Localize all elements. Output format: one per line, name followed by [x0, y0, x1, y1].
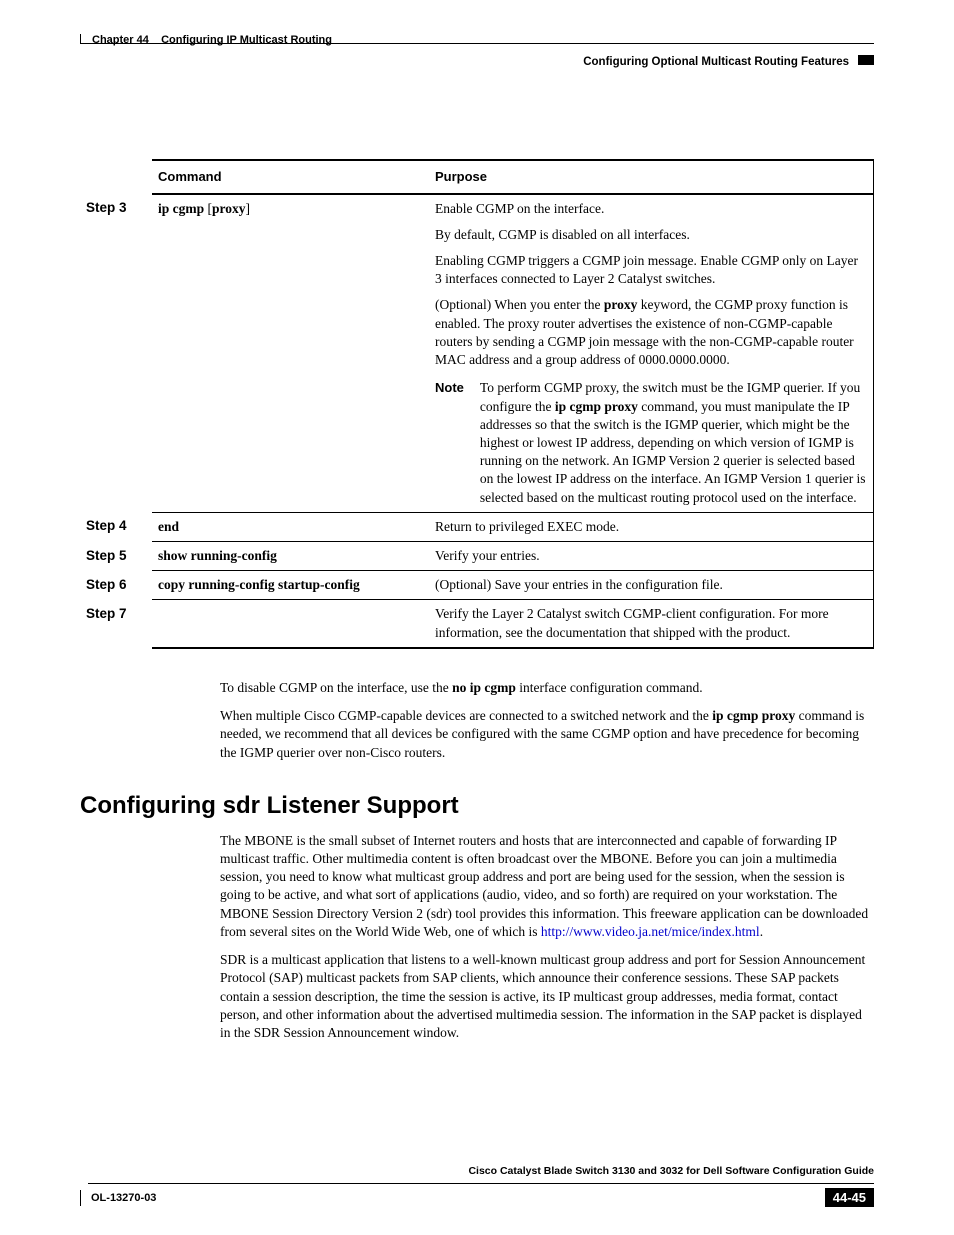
section-subhead: Configuring Optional Multicast Routing F… — [583, 56, 849, 68]
note-label: Note — [435, 379, 464, 507]
chapter-title: Configuring IP Multicast Routing — [161, 34, 332, 46]
purpose-cell: Verify the Layer 2 Catalyst switch CGMP-… — [429, 600, 874, 648]
purpose-cell: Verify your entries. — [429, 542, 874, 571]
note-text: To perform CGMP proxy, the switch must b… — [480, 379, 867, 507]
page-header: Chapter 44 Configuring IP Multicast Rout… — [80, 34, 874, 89]
footer-rule — [88, 1183, 874, 1184]
step-label: Step 6 — [80, 571, 152, 600]
body-text: To disable CGMP on the interface, use th… — [220, 679, 874, 762]
step-label: Step 7 — [80, 600, 152, 648]
header-tick — [80, 34, 81, 43]
cmd-cell: end — [152, 512, 429, 541]
body-text: The MBONE is the small subset of Interne… — [220, 832, 874, 1042]
purpose-cell: (Optional) Save your entries in the conf… — [429, 571, 874, 600]
cmd-cell: ip cgmp [proxy] — [152, 194, 429, 513]
table-row: Step 5 show running-config Verify your e… — [80, 542, 874, 571]
external-link[interactable]: http://www.video.ja.net/mice/index.html — [541, 924, 760, 939]
note-box: Note To perform CGMP proxy, the switch m… — [435, 377, 867, 507]
table-row: Step 4 end Return to privileged EXEC mod… — [80, 512, 874, 541]
step-label: Step 5 — [80, 542, 152, 571]
chapter-crumb: Chapter 44 Configuring IP Multicast Rout… — [92, 34, 332, 46]
cmd-cell — [152, 600, 429, 648]
th-purpose: Purpose — [429, 160, 874, 194]
table-row: Step 6 copy running-config startup-confi… — [80, 571, 874, 600]
command-table: Command Purpose Step 3 ip cgmp [proxy] E… — [80, 159, 874, 649]
section-heading: Configuring sdr Listener Support — [80, 792, 874, 820]
step-label: Step 3 — [80, 194, 152, 513]
purpose-cell: Return to privileged EXEC mode. — [429, 512, 874, 541]
cmd-cell: copy running-config startup-config — [152, 571, 429, 600]
footer-title: Cisco Catalyst Blade Switch 3130 and 303… — [80, 1165, 874, 1177]
purpose-cell: Enable CGMP on the interface. By default… — [429, 194, 874, 513]
page: Chapter 44 Configuring IP Multicast Rout… — [0, 0, 954, 1235]
table-row: Step 3 ip cgmp [proxy] Enable CGMP on th… — [80, 194, 874, 513]
page-number: 44-45 — [825, 1188, 874, 1207]
th-command: Command — [152, 160, 429, 194]
cmd-cell: show running-config — [152, 542, 429, 571]
table-row: Step 7 Verify the Layer 2 Catalyst switc… — [80, 600, 874, 648]
doc-number: OL-13270-03 — [80, 1190, 156, 1206]
page-footer: Cisco Catalyst Blade Switch 3130 and 303… — [80, 1165, 874, 1207]
step-label: Step 4 — [80, 512, 152, 541]
header-mark-icon — [858, 55, 874, 65]
chapter-number: Chapter 44 — [92, 34, 149, 46]
